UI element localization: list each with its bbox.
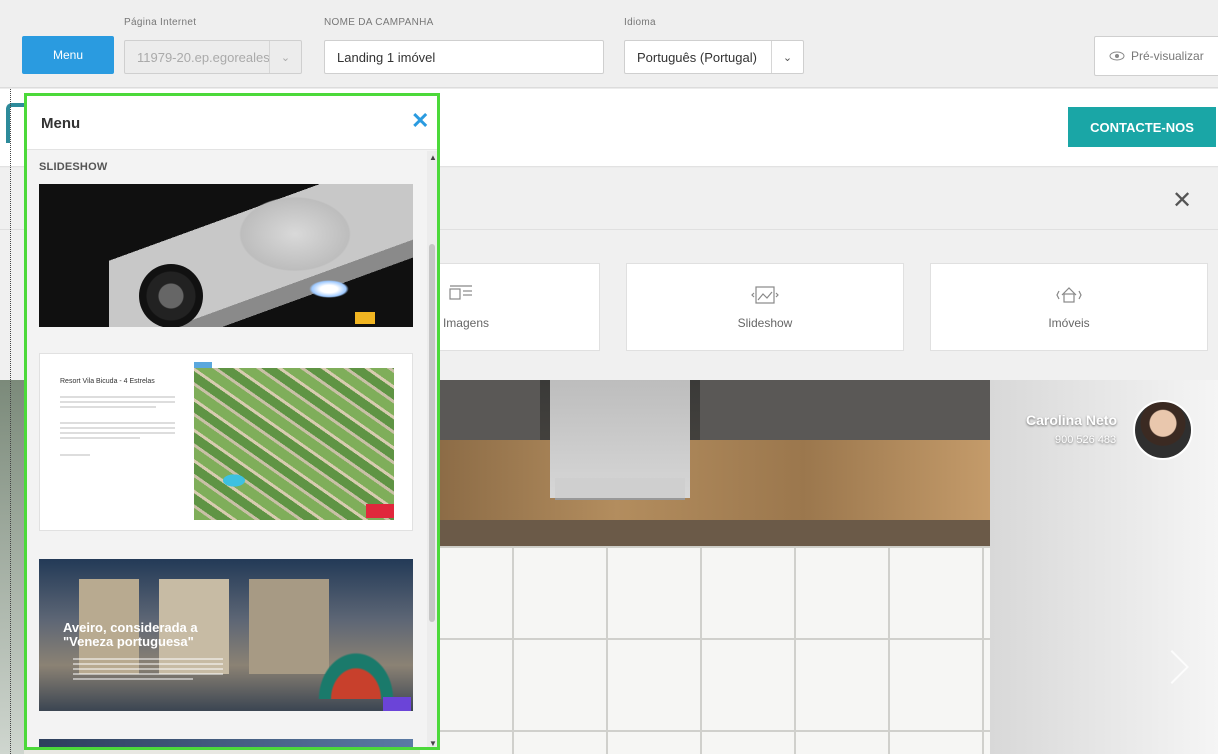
- slide-nav: [383, 697, 411, 711]
- chevron-down-icon[interactable]: ▼: [429, 739, 437, 747]
- menu-button[interactable]: Menu: [22, 36, 114, 74]
- car-wheel: [139, 264, 203, 327]
- wood-shelf: [430, 440, 990, 520]
- text-line: [60, 401, 175, 403]
- language-label: Idioma: [624, 17, 656, 28]
- agent-phone: 900 526 483: [1055, 434, 1117, 446]
- house-icon: [1056, 287, 1082, 303]
- picker-card-properties[interactable]: Imóveis: [930, 263, 1208, 351]
- preview-label: Pré-visualizar: [1131, 49, 1204, 63]
- language-value: Português (Portugal): [637, 49, 757, 65]
- slideshow-template-aveiro[interactable]: Aveiro, considerada a "Veneza portuguesa…: [39, 559, 413, 711]
- chevron-down-icon: ⌄: [269, 41, 301, 73]
- editor-toolbar: Menu Página Internet 11979-20.ep.egoreal…: [0, 0, 1218, 88]
- contact-button[interactable]: CONTACTE-NOS: [1068, 107, 1216, 147]
- campaign-label: NOME DA CAMPANHA: [324, 17, 434, 28]
- text-line: [60, 396, 175, 398]
- slideshow-template-partial[interactable]: [39, 739, 413, 747]
- picker-card-slideshow[interactable]: Slideshow: [626, 263, 904, 351]
- website-label: Página Internet: [124, 17, 197, 28]
- website-value: 11979-20.ep.egoreales: [137, 49, 269, 65]
- cabinet: [430, 380, 540, 440]
- website-select[interactable]: 11979-20.ep.egoreales ⌄: [124, 40, 302, 74]
- close-icon[interactable]: ✕: [1172, 186, 1192, 215]
- template-title: Resort Vila Bicuda - 4 Estrelas: [60, 378, 155, 385]
- text-line: [73, 658, 223, 660]
- avatar: [1133, 400, 1193, 460]
- menu-panel-body: SLIDESHOW Resort Vila Bicuda - 4 Estrela…: [27, 151, 437, 747]
- text-line: [60, 422, 175, 424]
- eye-icon: [1109, 51, 1125, 61]
- text-line: [60, 454, 90, 456]
- slideshow-template-car[interactable]: [39, 184, 413, 327]
- language-select[interactable]: Português (Portugal) ⌄: [624, 40, 804, 74]
- preview-button[interactable]: Pré-visualizar: [1094, 36, 1218, 76]
- range-hood-base: [555, 478, 685, 500]
- tile-wall: [420, 548, 1020, 754]
- shelf: [440, 520, 1000, 546]
- text-line: [60, 432, 175, 434]
- slideshow-template-resort[interactable]: Resort Vila Bicuda - 4 Estrelas: [39, 353, 413, 531]
- menu-panel-header: Menu ✕: [27, 96, 437, 150]
- picker-card-label: Imóveis: [1048, 316, 1090, 330]
- section-title: SLIDESHOW: [39, 161, 108, 173]
- cabinet: [700, 380, 990, 440]
- picker-card-label: e Imagens: [432, 316, 490, 330]
- campaign-name-input[interactable]: [324, 40, 604, 74]
- scrollbar-thumb[interactable]: [429, 244, 435, 622]
- car-headlight: [309, 280, 349, 298]
- slide-nav: [366, 504, 394, 518]
- selection-guide: [10, 89, 11, 754]
- text-line: [73, 663, 223, 665]
- text-line: [60, 427, 175, 429]
- menu-panel: Menu ✕ SLIDESHOW Resort Vila Bicuda - 4 …: [24, 93, 440, 750]
- text-line: [73, 678, 193, 680]
- agent-name: Carolina Neto: [1026, 412, 1118, 428]
- slide-tag: [355, 312, 375, 324]
- resort-aerial-image: [194, 368, 394, 520]
- text-line: [60, 406, 156, 408]
- template-headline: Aveiro, considerada a "Veneza portuguesa…: [63, 620, 198, 650]
- text-line: [73, 668, 223, 670]
- hero-left-edge: [0, 380, 24, 754]
- text-line: [60, 437, 140, 439]
- chevron-down-icon: ⌄: [771, 41, 803, 73]
- text-line: [73, 673, 223, 675]
- slideshow-icon: [751, 286, 779, 304]
- text-image-icon: [449, 285, 472, 300]
- menu-panel-title: Menu: [41, 115, 81, 132]
- chevron-up-icon[interactable]: ▲: [429, 153, 437, 162]
- boat-image: [299, 629, 413, 699]
- picker-card-label: Slideshow: [737, 316, 793, 330]
- close-icon[interactable]: ✕: [411, 110, 429, 132]
